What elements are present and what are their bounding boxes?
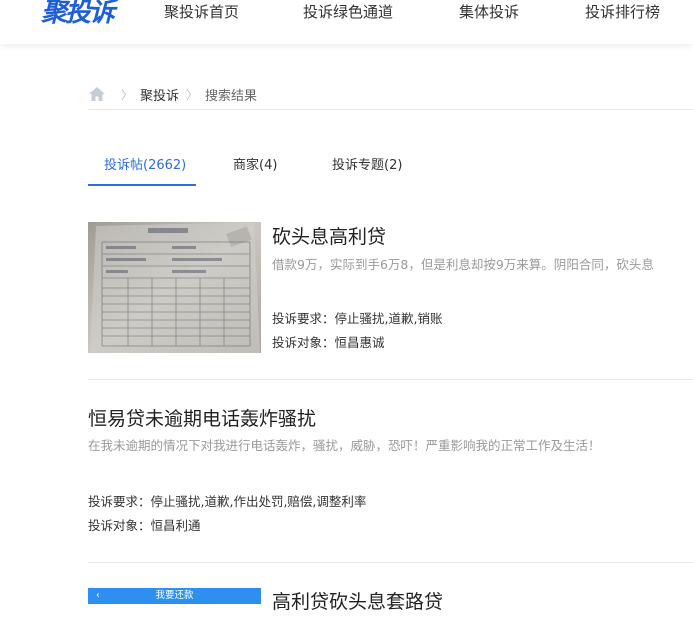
breadcrumb-divider <box>88 109 693 110</box>
result-description: 在我未逾期的情况下对我进行电话轰炸，骚扰，威胁，恐吓！严重影响我的正常工作及生活… <box>88 438 601 453</box>
active-tab-indicator <box>88 184 196 186</box>
result-target: 投诉对象：恒昌利通 <box>88 517 201 535</box>
tab-complaint-posts[interactable]: 投诉帖(2662) <box>104 157 186 175</box>
result-description: 借款9万，实际到手6万8，但是利息却按9万来算。阴阳合同，砍头息 <box>272 257 654 272</box>
thumbnail-bar-title: 我要还款 <box>155 590 194 601</box>
result-thumbnail-document[interactable] <box>88 222 261 353</box>
chevron-right-icon: 〉 <box>186 87 199 102</box>
nav-group-complaint[interactable]: 集体投诉 <box>459 2 519 22</box>
nav-ranking[interactable]: 投诉排行榜 <box>585 2 660 22</box>
thumbnail-body <box>88 604 261 620</box>
result-divider <box>88 562 693 563</box>
result-demand: 投诉要求：停止骚扰,道歉,作出处罚,赔偿,调整利率 <box>88 493 366 511</box>
nav-home[interactable]: 聚投诉首页 <box>164 2 239 22</box>
result-target: 投诉对象：恒昌惠诚 <box>272 334 385 352</box>
home-icon[interactable] <box>88 86 106 102</box>
demand-value: 停止骚扰,道歉,销账 <box>334 311 443 326</box>
breadcrumb-site-link[interactable]: 聚投诉 <box>140 85 179 104</box>
top-nav-bar: 聚投诉 聚投诉首页 投诉绿色通道 集体投诉 投诉排行榜 <box>0 0 693 44</box>
demand-label: 投诉要求： <box>88 494 151 509</box>
breadcrumb: 〉 聚投诉 〉 搜索结果 <box>88 84 257 104</box>
tab-merchants[interactable]: 商家(4) <box>233 157 277 175</box>
thumbnail-app-bar: ‹ 我要还款 <box>88 588 261 604</box>
breadcrumb-current: 搜索结果 <box>205 88 258 104</box>
target-value[interactable]: 恒昌利通 <box>151 518 201 533</box>
target-label: 投诉对象： <box>272 335 335 350</box>
page: 聚投诉 聚投诉首页 投诉绿色通道 集体投诉 投诉排行榜 〉 聚投诉 〉 搜索结果… <box>0 0 693 620</box>
demand-value: 停止骚扰,道歉,作出处罚,赔偿,调整利率 <box>150 494 367 509</box>
nav-green-channel[interactable]: 投诉绿色通道 <box>303 2 393 22</box>
target-label: 投诉对象： <box>88 518 151 533</box>
result-divider <box>88 379 693 380</box>
chevron-right-icon: 〉 <box>121 87 134 102</box>
tab-topics[interactable]: 投诉专题(2) <box>332 157 402 175</box>
result-thumbnail-app-screenshot[interactable]: ‹ 我要还款 <box>88 588 261 620</box>
result-title[interactable]: 高利贷砍头息套路贷 <box>272 589 443 615</box>
site-logo[interactable]: 聚投诉 <box>41 0 115 28</box>
result-title[interactable]: 恒易贷未逾期电话轰炸骚扰 <box>88 406 316 432</box>
demand-label: 投诉要求： <box>272 311 335 326</box>
result-title[interactable]: 砍头息高利贷 <box>272 224 386 250</box>
target-value[interactable]: 恒昌惠诚 <box>335 335 385 350</box>
result-demand: 投诉要求：停止骚扰,道歉,销账 <box>272 310 442 328</box>
